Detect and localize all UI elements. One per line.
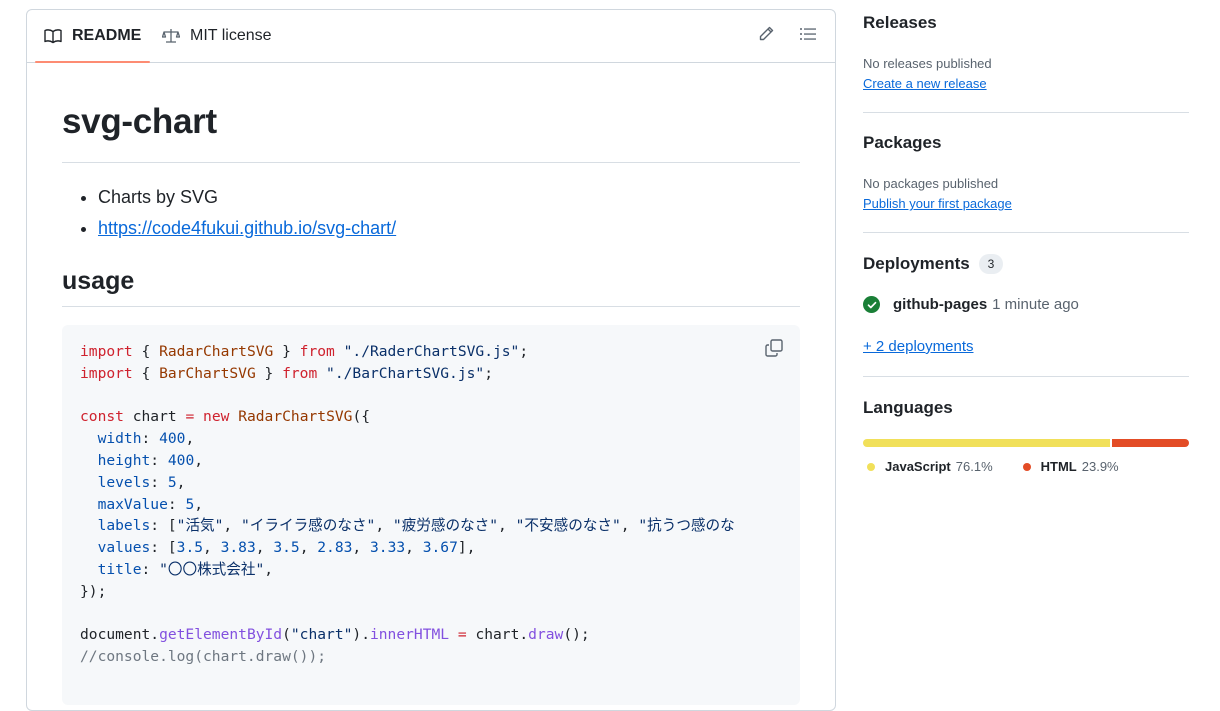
- language-name: HTML: [1040, 459, 1077, 474]
- language-item[interactable]: JavaScript 76.1%: [863, 459, 993, 474]
- list-item-text: Charts by SVG: [98, 187, 219, 207]
- tab-license[interactable]: MIT license: [162, 10, 272, 62]
- copy-icon: [765, 338, 783, 362]
- edit-readme-button[interactable]: [755, 25, 777, 47]
- list-unordered-icon: [800, 26, 816, 47]
- deployments-heading[interactable]: Deployments: [863, 254, 970, 274]
- deployment-time: 1 minute ago: [992, 296, 1079, 313]
- languages-heading: Languages: [863, 398, 953, 417]
- language-item[interactable]: HTML 23.9%: [1019, 459, 1119, 474]
- sidebar-divider: [863, 376, 1189, 377]
- language-color-dot-icon: [1022, 462, 1031, 471]
- sidebar-divider: [863, 232, 1189, 233]
- readme-tab-bar: README MIT license: [27, 10, 835, 63]
- sidebar-divider: [863, 112, 1189, 113]
- code-block: import { RadarChartSVG } from "./RaderCh…: [62, 325, 800, 705]
- usage-divider: [62, 306, 800, 307]
- code-line: import { RadarChartSVG } from "./RaderCh…: [80, 343, 529, 360]
- language-bar-segment: [1111, 439, 1189, 447]
- language-percent: 76.1%: [955, 459, 993, 474]
- readme-title: svg-chart: [62, 102, 217, 141]
- language-bar-segment: [863, 439, 1110, 447]
- title-divider: [62, 162, 800, 163]
- code-line: labels: ["活気", "イライラ感のなさ", "疲労感のなさ", "不安…: [97, 517, 735, 535]
- check-circle-icon: [863, 296, 880, 313]
- language-color-dot-icon: [867, 462, 875, 471]
- scale-icon: [162, 28, 180, 44]
- code-line: document.getElementById("chart").innerHT…: [80, 626, 590, 644]
- releases-heading: Releases: [863, 13, 937, 32]
- code-line: height: 400,: [97, 451, 204, 469]
- copy-button[interactable]: [763, 338, 785, 362]
- book-icon: [44, 28, 62, 44]
- code-line: const chart = new RadarChartSVG({: [80, 408, 371, 426]
- outline-button[interactable]: [797, 25, 819, 47]
- language-name: JavaScript: [885, 459, 951, 474]
- code-line: values: [3.5, 3.83, 3.5, 2.83, 3.33, 3.6…: [97, 539, 476, 557]
- publish-package-link[interactable]: Publish your first package: [863, 196, 1012, 211]
- create-release-link[interactable]: Create a new release: [863, 76, 987, 91]
- code-line: import { BarChartSVG } from "./BarChartS…: [80, 364, 493, 382]
- code-content: import { RadarChartSVG } from "./RaderCh…: [80, 341, 735, 668]
- tab-readme[interactable]: README: [34, 10, 151, 63]
- pencil-icon: [758, 26, 774, 47]
- readme-panel: README MIT license svg-chart Charts by S…: [26, 9, 836, 711]
- releases-status: No releases published: [863, 56, 992, 71]
- code-line: maxValue: 5,: [97, 495, 204, 513]
- language-legend: JavaScript 76.1% HTML 23.9%: [863, 459, 1145, 474]
- feature-list: Charts by SVG https://code4fukui.github.…: [62, 182, 396, 244]
- deployments-count-badge: 3: [979, 254, 1003, 274]
- packages-heading: Packages: [863, 133, 942, 152]
- list-item: Charts by SVG: [98, 182, 396, 213]
- code-line: //console.log(chart.draw());: [80, 648, 327, 666]
- code-line: width: 400,: [97, 430, 195, 448]
- tab-license-label: MIT license: [190, 27, 272, 44]
- deployment-name-link[interactable]: github-pages: [893, 296, 987, 313]
- usage-heading: usage: [62, 267, 135, 295]
- code-line: });: [80, 582, 107, 600]
- demo-link[interactable]: https://code4fukui.github.io/svg-chart/: [98, 218, 396, 238]
- tab-readme-label: README: [72, 27, 142, 44]
- code-line: levels: 5,: [97, 473, 186, 491]
- code-line: title: "〇〇株式会社",: [97, 560, 274, 578]
- more-deployments-link[interactable]: + 2 deployments: [863, 338, 974, 355]
- language-bar: [863, 439, 1189, 447]
- list-item: https://code4fukui.github.io/svg-chart/: [98, 213, 396, 244]
- language-percent: 23.9%: [1081, 459, 1119, 474]
- deployment-item: github-pages 1 minute ago: [863, 296, 1079, 313]
- packages-status: No packages published: [863, 176, 999, 191]
